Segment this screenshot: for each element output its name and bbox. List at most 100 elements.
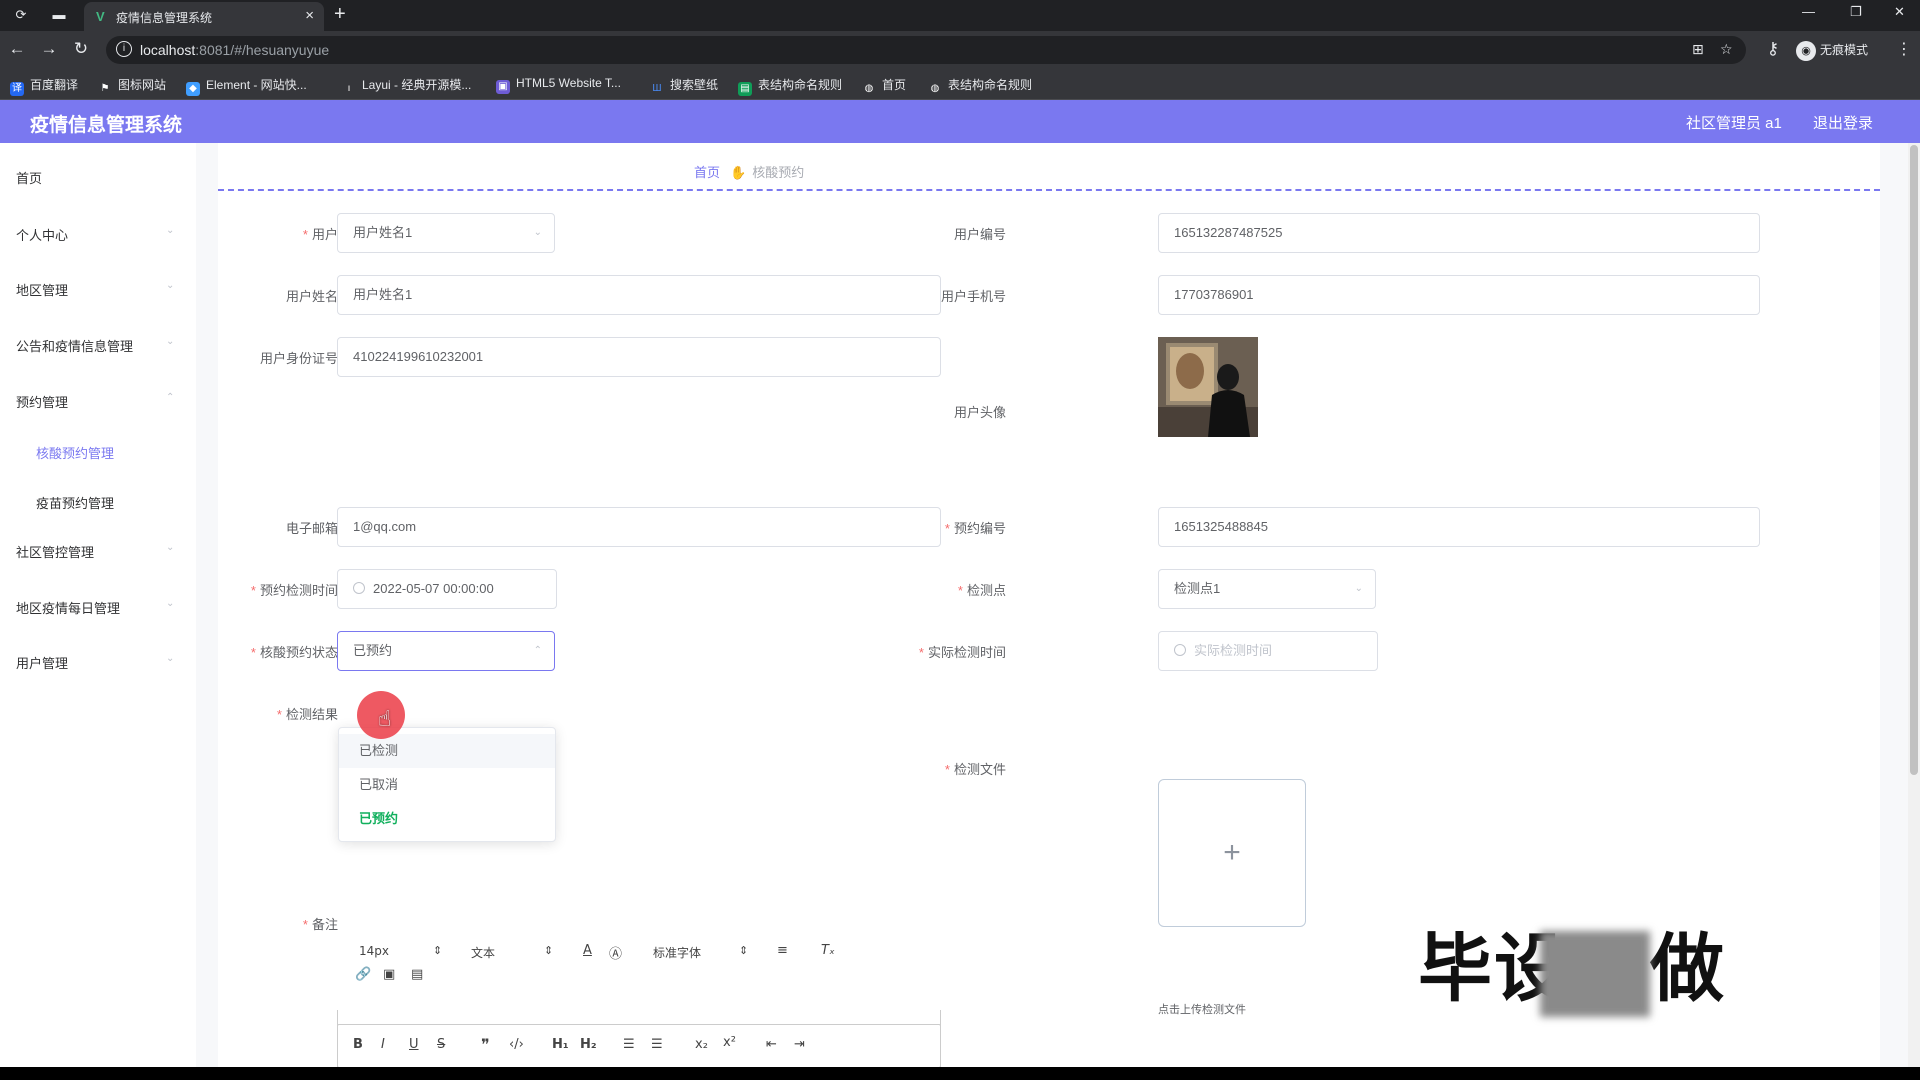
bookmark-item[interactable]: ◍ 首页 bbox=[862, 76, 906, 96]
sidebar-item-personal-center[interactable]: 个人中心 ⌄ bbox=[16, 225, 174, 244]
font-family-select[interactable]: 标准字体 bbox=[653, 944, 701, 961]
main-content: 首页 ✋ 核酸预约 * 用户 用户姓名1 ⌄ 用户编号 165132287487525 … bbox=[196, 143, 1908, 1067]
app-root: 疫情信息管理系统 社区管理员 a1 退出登录 首页 个人中心 ⌄ 地区管理 ⌄ 公告… bbox=[0, 100, 1920, 1067]
sidebar: 首页 个人中心 ⌄ 地区管理 ⌄ 公告和疫情信息管理 ⌄ 预约管理 ⌃ 核酸预约管理 疫… bbox=[0, 143, 196, 1067]
page-scrollbar-thumb[interactable] bbox=[1910, 145, 1918, 775]
bookmarks-bar: 译百度翻译 ⚑ 图标网站 ◆ Element - 网站快... ı Layui - 经… bbox=[0, 68, 1920, 100]
sidebar-item-region[interactable]: 地区管理 ⌄ bbox=[16, 280, 174, 299]
id-card-field[interactable]: 410224199610232001 bbox=[337, 337, 941, 377]
bookmark-item[interactable]: ı Layui - 经典开源模... bbox=[342, 76, 472, 96]
blurred-patch bbox=[1540, 931, 1650, 1018]
password-key-icon[interactable]: ⚷ bbox=[1762, 38, 1784, 60]
status-option-tested[interactable]: 已检测 bbox=[339, 734, 555, 768]
sidebar-item-announcements[interactable]: 公告和疫情信息管理 ⌄ bbox=[16, 336, 174, 355]
test-point-select[interactable]: 检测点1 ⌄ bbox=[1158, 569, 1376, 609]
restore-icon[interactable]: ❐ bbox=[1850, 4, 1862, 20]
browser-menu-icon[interactable]: ⟳ bbox=[12, 6, 30, 24]
breadcrumb-home[interactable]: 首页 bbox=[694, 165, 720, 180]
select-arrows-icon: ⇕ bbox=[739, 944, 749, 957]
chevron-down-icon: ⌄ bbox=[166, 653, 175, 664]
vue-favicon-icon: V bbox=[96, 9, 105, 24]
align-icon[interactable]: ≡ bbox=[777, 943, 788, 958]
forward-icon[interactable]: → bbox=[38, 38, 60, 60]
status-option-cancelled[interactable]: 已取消 bbox=[339, 768, 555, 802]
sidebar-subitem-nucleic-booking[interactable]: 核酸预约管理 bbox=[36, 443, 114, 462]
flag-icon: ⚑ bbox=[100, 83, 110, 94]
actual-time-picker[interactable]: 实际检测时间 bbox=[1158, 631, 1378, 671]
incognito-indicator[interactable]: ◉ 无痕模式 bbox=[1796, 38, 1868, 62]
status-select[interactable]: 已预约 ⌃ bbox=[337, 631, 555, 671]
browser-tab-bar: ⟳ ▬ V 疫情信息管理系统 × + — ❐ ✕ bbox=[0, 0, 1920, 31]
booking-no-field[interactable]: 1651325488845 bbox=[1158, 507, 1760, 547]
bookmark-item[interactable]: ▤ 表结构命名规则 bbox=[738, 76, 842, 96]
bookmark-star-icon[interactable]: ☆ bbox=[1720, 41, 1733, 58]
link-icon[interactable]: 🔗 bbox=[355, 967, 371, 982]
email-field[interactable]: 1@qq.com bbox=[337, 507, 941, 547]
reload-icon[interactable]: ↻ bbox=[70, 38, 92, 60]
minimize-icon[interactable]: — bbox=[1802, 4, 1815, 19]
remark-label: * 备注 bbox=[302, 917, 338, 932]
url-field[interactable]: i localhost:8081/#/hesuanyuyue ⊞ ☆ bbox=[106, 36, 1746, 64]
wallpaper-icon: Ш bbox=[652, 83, 662, 94]
image-icon[interactable]: ▣ bbox=[383, 967, 395, 982]
sidebar-item-community-control[interactable]: 社区管控管理 ⌄ bbox=[16, 542, 174, 561]
user-label: * 用户 bbox=[302, 227, 338, 242]
browser-tab-active[interactable]: V 疫情信息管理系统 × bbox=[84, 2, 324, 31]
clear-format-icon[interactable]: Tₓ bbox=[821, 943, 835, 958]
translate-icon[interactable]: ⊞ bbox=[1692, 41, 1704, 58]
text-style-select[interactable]: 文本 bbox=[471, 944, 495, 961]
email-label: 电子邮箱 bbox=[285, 521, 338, 536]
bookmark-item[interactable]: ⚑ 图标网站 bbox=[98, 76, 167, 96]
url-text: localhost:8081/#/hesuanyuyue bbox=[140, 42, 330, 58]
user-name-field[interactable]: 用户姓名1 bbox=[337, 275, 941, 315]
sidebar-item-users[interactable]: 用户管理 ⌄ bbox=[16, 653, 174, 672]
site-info-icon[interactable]: i bbox=[116, 41, 132, 57]
booking-no-label: * 预约编号 bbox=[944, 521, 1006, 536]
bookmark-item[interactable]: ▣ HTML5 Website T... bbox=[496, 76, 621, 94]
phone-field[interactable]: 17703786901 bbox=[1158, 275, 1760, 315]
bookmark-item[interactable]: Ш 搜索壁纸 bbox=[650, 76, 718, 96]
sheet-icon: ▤ bbox=[738, 82, 752, 96]
booking-time-picker[interactable]: 2022-05-07 00:00:00 bbox=[337, 569, 557, 609]
breadcrumb-current: 核酸预约 bbox=[752, 165, 805, 180]
file-upload-box[interactable]: + bbox=[1158, 779, 1306, 927]
sidebar-item-booking[interactable]: 预约管理 ⌃ bbox=[16, 392, 174, 411]
chevron-down-icon: ⌄ bbox=[1354, 583, 1363, 594]
bg-color-icon[interactable]: Ⓐ bbox=[609, 943, 622, 962]
chevron-down-icon: ⌄ bbox=[533, 227, 542, 238]
upload-tip: 点击上传检测文件 bbox=[1158, 1004, 1246, 1016]
window-close-icon[interactable]: ✕ bbox=[1894, 4, 1905, 20]
new-tab-icon[interactable]: + bbox=[334, 3, 346, 26]
translate-icon: 译 bbox=[10, 82, 24, 96]
clock-icon bbox=[1174, 644, 1186, 656]
select-arrows-icon: ⇕ bbox=[433, 944, 443, 957]
actual-time-label: * 实际检测时间 bbox=[918, 645, 1006, 660]
phone-label: 用户手机号 bbox=[940, 289, 1006, 304]
browser-menu-dots-icon[interactable]: ⋮ bbox=[1896, 39, 1912, 59]
user-no-field[interactable]: 165132287487525 bbox=[1158, 213, 1760, 253]
bookmark-item[interactable]: ◍ 表结构命名规则 bbox=[928, 76, 1032, 96]
chevron-down-icon: ⌄ bbox=[166, 598, 175, 609]
sidebar-item-daily-epidemic[interactable]: 地区疫情每日管理 ⌄ bbox=[16, 598, 174, 617]
id-card-label: 用户身份证号 bbox=[259, 351, 338, 366]
sidebar-subitem-vaccine-booking[interactable]: 疫苗预约管理 bbox=[36, 493, 114, 512]
file-label: * 检测文件 bbox=[944, 762, 1006, 777]
bookmark-item[interactable]: ◆ Element - 网站快... bbox=[186, 76, 307, 96]
app-header: 疫情信息管理系统 社区管理员 a1 退出登录 bbox=[0, 100, 1920, 143]
video-icon[interactable]: ▤ bbox=[411, 967, 423, 982]
tab-strip-icon[interactable]: ▬ bbox=[50, 6, 68, 24]
bookmark-item[interactable]: 译百度翻译 bbox=[10, 76, 78, 96]
chevron-down-icon: ⌄ bbox=[166, 225, 175, 236]
sidebar-item-home[interactable]: 首页 bbox=[16, 168, 42, 187]
logout-link[interactable]: 退出登录 bbox=[1813, 112, 1873, 133]
editor-body[interactable] bbox=[337, 1010, 941, 1067]
current-user-label: 社区管理员 a1 bbox=[1686, 115, 1782, 132]
tab-close-icon[interactable]: × bbox=[305, 7, 314, 24]
test-point-label: * 检测点 bbox=[957, 583, 1006, 598]
back-icon[interactable]: ← bbox=[6, 38, 28, 60]
status-option-booked[interactable]: 已预约 bbox=[339, 802, 555, 836]
user-select[interactable]: 用户姓名1 ⌄ bbox=[337, 213, 555, 253]
font-size-select[interactable]: 14px bbox=[359, 944, 389, 958]
font-color-icon[interactable]: A bbox=[583, 943, 592, 958]
booking-time-label: * 预约检测时间 bbox=[250, 583, 338, 598]
